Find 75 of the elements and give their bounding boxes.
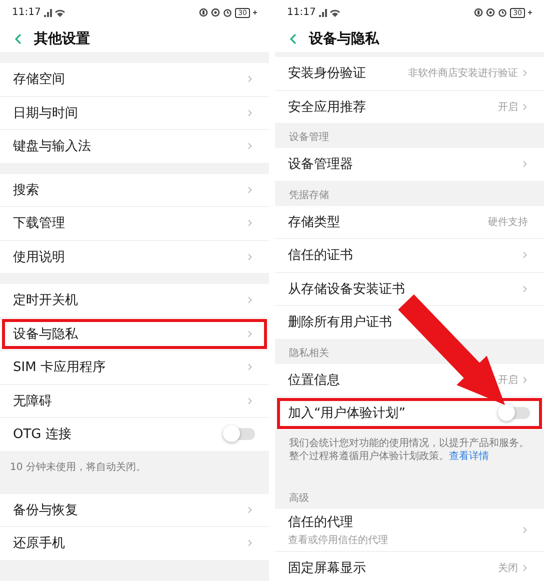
- toggle-switch[interactable]: [225, 428, 255, 440]
- row-label: 固定屏幕显示: [288, 560, 367, 577]
- settings-row[interactable]: 安全应用推荐 开启: [275, 90, 544, 124]
- section-header: 高级: [289, 492, 309, 504]
- section-header: 隐私相关: [289, 346, 329, 360]
- settings-row[interactable]: 从存储设备安装证书: [275, 272, 544, 306]
- row-label: 设备管理器: [288, 156, 354, 174]
- screen-title: 其他设置: [34, 30, 90, 48]
- charging-icon: [253, 10, 257, 15]
- row-label: 搜索: [13, 182, 40, 199]
- status-time: 11:17: [12, 7, 41, 18]
- row-subtitle: 查看或停用信任的代理: [288, 534, 389, 546]
- row-label: 还原手机: [13, 535, 66, 552]
- row-label: 删除所有用户证书: [288, 314, 393, 332]
- row-value: 开启: [498, 374, 518, 387]
- row-label: 信任的代理: [288, 514, 354, 530]
- row-label: 加入“用户体验计划”: [288, 405, 406, 422]
- settings-row[interactable]: 信任的代理 查看或停用信任的代理: [275, 508, 544, 552]
- note-text: 我们会统计您对功能的使用情况，以提升产品和服务。整个过程将遵循用户体验计划政策。查看详情: [288, 436, 530, 464]
- settings-row[interactable]: SIM 卡应用程序: [0, 351, 269, 384]
- lock-icon: [211, 8, 220, 17]
- row-label: 位置信息: [288, 372, 341, 389]
- row-label: 备份与恢复: [13, 502, 79, 519]
- toggle-switch[interactable]: [500, 407, 530, 420]
- alarm-icon: [498, 8, 508, 17]
- section-header: 设备管理: [289, 131, 329, 144]
- settings-row[interactable]: 设备与隐私: [0, 318, 269, 351]
- row-label: 下载管理: [13, 215, 66, 232]
- settings-row[interactable]: 信任的证书: [275, 239, 544, 272]
- row-value: 硬件支持: [488, 216, 528, 229]
- section-header: 凭据存储: [289, 188, 329, 202]
- row-label: 键盘与输入法: [13, 138, 92, 156]
- wifi-icon: [54, 8, 65, 16]
- row-label: 定时开关机: [13, 292, 79, 310]
- settings-row[interactable]: OTG 连接: [0, 418, 269, 452]
- row-value: 开启: [498, 100, 518, 114]
- settings-row[interactable]: 日期与时间: [0, 96, 269, 130]
- signal-icon: [44, 8, 52, 16]
- row-label: 安装身份验证: [288, 65, 367, 82]
- settings-row[interactable]: 下载管理: [0, 207, 269, 240]
- settings-row[interactable]: 使用说明: [0, 240, 269, 274]
- screen-title: 设备与隐私: [309, 30, 379, 48]
- charging-icon: [528, 10, 532, 15]
- details-link[interactable]: 查看详情: [449, 450, 489, 462]
- settings-row[interactable]: 备份与恢复: [0, 494, 269, 527]
- settings-row[interactable]: 键盘与输入法: [0, 130, 269, 164]
- settings-row[interactable]: 定时开关机: [0, 284, 269, 318]
- row-label: SIM 卡应用程序: [13, 359, 106, 376]
- row-label: 信任的证书: [288, 247, 354, 264]
- lock-icon: [486, 8, 496, 17]
- wifi-icon: [330, 8, 340, 16]
- settings-row[interactable]: 固定屏幕显示 关闭: [275, 552, 544, 581]
- settings-row[interactable]: 设备管理器: [275, 148, 544, 182]
- row-label: 设备与隐私: [13, 326, 79, 343]
- settings-row[interactable]: 还原手机: [0, 527, 269, 560]
- settings-row[interactable]: 存储类型 硬件支持: [275, 206, 544, 239]
- settings-row[interactable]: 加入“用户体验计划”: [275, 397, 544, 430]
- row-value: 关闭: [498, 562, 518, 575]
- row-label: OTG 连接: [13, 426, 72, 444]
- signal-icon: [318, 8, 327, 16]
- row-label: 日期与时间: [13, 104, 79, 122]
- row-label: 从存储设备安装证书: [288, 280, 406, 298]
- settings-row[interactable]: 搜索: [0, 174, 269, 207]
- row-label: 无障碍: [13, 392, 53, 410]
- settings-row[interactable]: 安装身份验证 非软件商店安装进行验证: [275, 57, 544, 90]
- row-label: 使用说明: [13, 248, 66, 266]
- row-label: 存储空间: [13, 71, 66, 88]
- settings-row[interactable]: 存储空间: [0, 63, 269, 96]
- alarm-icon: [223, 8, 232, 17]
- status-time: 11:17: [287, 7, 316, 18]
- note-text: 10 分钟未使用，将自动关闭。: [9, 460, 147, 474]
- settings-row[interactable]: 无障碍: [0, 384, 269, 418]
- row-label: 存储类型: [288, 214, 341, 231]
- row-label: 安全应用推荐: [288, 98, 367, 116]
- row-value: 非软件商店安装进行验证: [408, 66, 518, 80]
